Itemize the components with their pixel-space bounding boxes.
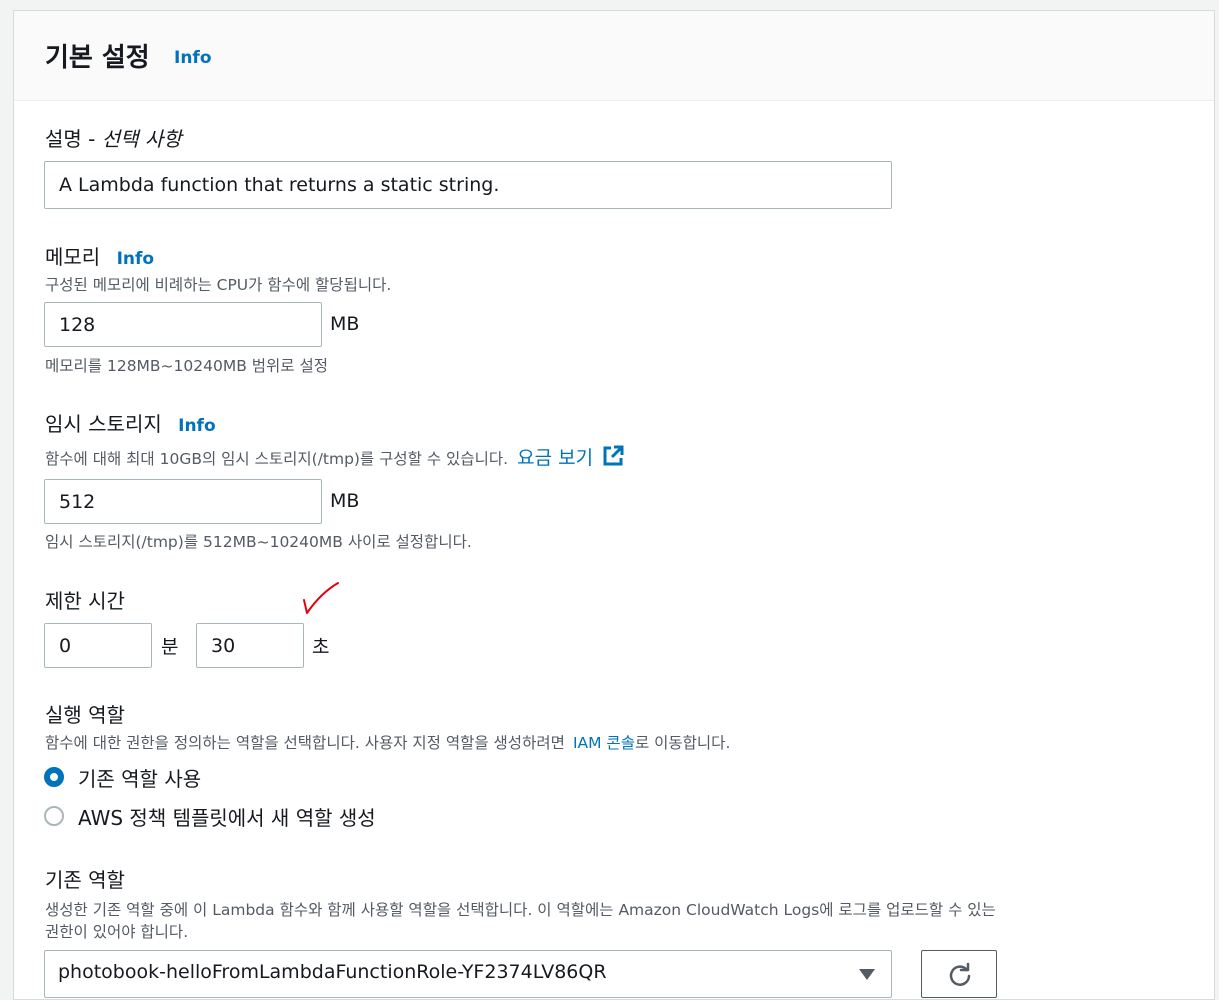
existing-role-select[interactable]: photobook-helloFromLambdaFunctionRole-YF… — [44, 950, 892, 998]
memory-label-row: 메모리 Info — [45, 241, 154, 270]
timeout-seconds-unit: 초 — [312, 636, 330, 658]
description-label: 설명 - 선택 사항 — [45, 123, 182, 152]
storage-label-row: 임시 스토리지 Info — [45, 408, 216, 437]
memory-input[interactable] — [44, 302, 322, 347]
timeout-seconds-input[interactable] — [196, 623, 304, 668]
memory-info-link[interactable]: Info — [117, 249, 155, 269]
description-optional-text: 선택 사항 — [101, 127, 182, 151]
existing-role-help-line1: 생성한 기존 역할 중에 이 Lambda 함수와 함께 사용할 역할을 선택합… — [45, 901, 996, 919]
storage-label: 임시 스토리지 — [45, 412, 162, 436]
storage-help-row: 함수에 대해 최대 10GB의 임시 스토리지(/tmp)를 구성할 수 있습니… — [45, 443, 624, 471]
header-info-link[interactable]: Info — [174, 48, 212, 68]
memory-help: 구성된 메모리에 비례하는 CPU가 함수에 할당됩니다. — [45, 276, 392, 294]
radio-label-use-existing-role[interactable]: 기존 역할 사용 — [78, 763, 201, 792]
existing-role-help-line2: 권한이 있어야 합니다. — [45, 923, 189, 941]
storage-input[interactable] — [44, 479, 322, 524]
timeout-label: 제한 시간 — [45, 589, 125, 613]
storage-unit: MB — [330, 490, 360, 512]
storage-info-link[interactable]: Info — [178, 416, 216, 436]
panel-title: 기본 설정 — [45, 43, 150, 73]
iam-console-link[interactable]: IAM 콘솔 — [573, 734, 635, 752]
pricing-link[interactable]: 요금 보기 — [517, 447, 593, 469]
execution-role-help-row: 함수에 대한 권한을 정의하는 역할을 선택합니다. 사용자 지정 역할을 생성… — [45, 731, 730, 753]
storage-constraint: 임시 스토리지(/tmp)를 512MB~10240MB 사이로 설정합니다. — [45, 533, 472, 551]
description-input[interactable] — [44, 161, 892, 209]
memory-label: 메모리 — [45, 245, 101, 269]
caret-down-icon — [859, 969, 875, 980]
existing-role-label: 기존 역할 — [45, 868, 125, 892]
memory-constraint: 메모리를 128MB~10240MB 범위로 설정 — [45, 357, 329, 375]
radio-create-from-template[interactable] — [44, 806, 64, 826]
external-link-icon[interactable] — [602, 445, 624, 471]
refresh-icon — [949, 962, 971, 986]
execution-role-help: 함수에 대한 권한을 정의하는 역할을 선택합니다. 사용자 지정 역할을 생성… — [45, 734, 565, 752]
timeout-minutes-input[interactable] — [44, 623, 152, 668]
panel-header: 기본 설정 Info — [14, 11, 1214, 101]
existing-role-selected: photobook-helloFromLambdaFunctionRole-YF… — [58, 961, 607, 983]
radio-use-existing-role[interactable] — [44, 767, 64, 787]
timeout-minutes-unit: 분 — [161, 636, 179, 658]
refresh-roles-button[interactable] — [921, 950, 997, 998]
memory-unit: MB — [330, 313, 360, 335]
red-checkmark-annotation — [303, 582, 339, 614]
description-label-text: 설명 - — [45, 127, 96, 151]
execution-role-help-suffix: 로 이동합니다. — [634, 734, 731, 752]
radio-label-create-from-template[interactable]: AWS 정책 템플릿에서 새 역할 생성 — [78, 802, 376, 831]
storage-help: 함수에 대해 최대 10GB의 임시 스토리지(/tmp)를 구성할 수 있습니… — [45, 450, 509, 468]
execution-role-label: 실행 역할 — [45, 703, 125, 727]
